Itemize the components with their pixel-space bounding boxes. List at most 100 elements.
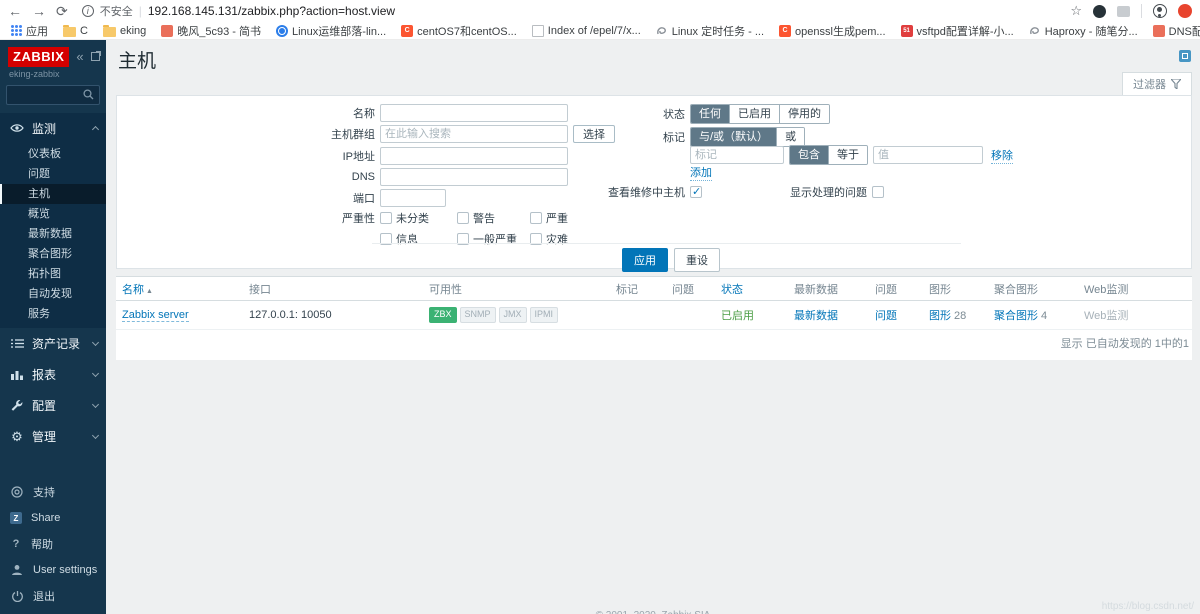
user-icon <box>10 564 24 576</box>
host-interface: 127.0.0.1: 10050 <box>243 300 423 330</box>
filter-tab[interactable]: 过滤器 <box>1122 72 1192 95</box>
status-option-disabled[interactable]: 停用的 <box>779 105 829 124</box>
bookmark-item[interactable]: 晚风_5c93 - 简书 <box>161 23 261 39</box>
forward-icon[interactable]: → <box>32 4 46 18</box>
maintenance-checkbox[interactable] <box>690 185 702 198</box>
host-name-link[interactable]: Zabbix server <box>122 309 189 322</box>
tag-operator-contains[interactable]: 包含 <box>790 146 828 165</box>
profile-icon[interactable] <box>1153 4 1167 18</box>
url-text[interactable]: 192.168.145.131/zabbix.php?action=host.v… <box>148 4 395 18</box>
severity-option[interactable]: 未分类 <box>380 210 457 226</box>
checkbox-icon[interactable] <box>530 212 542 224</box>
severity-option[interactable]: 灾难 <box>530 231 600 247</box>
sidebar-item-user-settings[interactable]: User settings <box>0 558 106 582</box>
bookmark-item[interactable]: Linux 定时任务 - ... <box>656 23 764 39</box>
address-bar[interactable]: i 不安全 | 192.168.145.131/zabbix.php?actio… <box>78 3 1061 19</box>
tag-remove-link[interactable]: 移除 <box>991 147 1013 164</box>
sidebar-item-dashboard[interactable]: 仪表板 <box>0 144 106 164</box>
bookmark-item[interactable]: Haproxy - 随笔分... <box>1029 23 1138 39</box>
sidebar-section-reports[interactable]: 报表 <box>0 359 106 390</box>
extension-icon-2[interactable] <box>1117 5 1130 17</box>
port-input[interactable] <box>380 189 446 207</box>
bookmark-folder-c[interactable]: C <box>63 24 88 37</box>
sidebar-item-latest-data[interactable]: 最新数据 <box>0 224 106 244</box>
select-button[interactable]: 选择 <box>573 125 615 143</box>
status-option-any[interactable]: 任何 <box>691 105 729 124</box>
sidebar-item-hosts[interactable]: 主机 <box>0 183 106 204</box>
host-groups-input[interactable] <box>380 125 568 143</box>
bookmark-item[interactable]: C centOS7和centOS... <box>401 23 517 39</box>
filter-panel: 名称 主机群组 选择 IP地址 DNS 端口 严重性 <box>116 95 1192 272</box>
bookmark-item[interactable]: 51 vsftpd配置详解-小... <box>900 23 1014 39</box>
tag-value-input[interactable] <box>873 146 983 165</box>
ip-input[interactable] <box>380 147 568 165</box>
sidebar-item-logout[interactable]: 退出 <box>0 582 106 610</box>
checkbox-icon[interactable] <box>457 212 469 224</box>
section-label: 配置 <box>32 399 57 414</box>
screens-count: 4 <box>1041 310 1048 322</box>
sidebar-section-configuration[interactable]: 配置 <box>0 390 106 421</box>
bookmark-item[interactable]: Index of /epel/7/x... <box>531 24 641 37</box>
tag-name-input[interactable] <box>690 146 784 165</box>
severity-option[interactable]: 严重 <box>530 210 600 226</box>
host-problems-left <box>666 300 715 330</box>
sidebar-item-problems[interactable]: 问题 <box>0 164 106 184</box>
footer-item-label: 退出 <box>33 591 55 603</box>
checkbox-icon[interactable] <box>380 212 392 224</box>
host-status[interactable]: 已启用 <box>721 310 754 322</box>
site-info-icon[interactable]: i <box>81 5 94 17</box>
section-label: 监测 <box>32 121 57 136</box>
bookmark-folder-eking[interactable]: eking <box>102 24 146 37</box>
sidebar-undock-icon[interactable] <box>90 51 101 62</box>
bookmark-label: Linux运维部落-lin... <box>292 25 387 38</box>
sidebar-section-inventory[interactable]: 资产记录 <box>0 328 106 359</box>
extension-icon[interactable] <box>1093 4 1106 18</box>
tag-operator-equals[interactable]: 等于 <box>828 146 867 165</box>
column-name[interactable]: 名称 ▲ <box>116 277 243 301</box>
zabbix-logo[interactable]: ZABBIX <box>8 47 70 67</box>
sidebar-item-screens[interactable]: 聚合图形 <box>0 244 106 264</box>
footer-item-label: 支持 <box>33 487 55 499</box>
bookmark-star-icon[interactable]: ☆ <box>1070 3 1082 19</box>
problems-link[interactable]: 问题 <box>875 310 897 322</box>
sidebar-item-share[interactable]: Z Share <box>0 506 106 530</box>
column-web: Web监测 <box>1078 277 1192 301</box>
graphs-link[interactable]: 图形 <box>929 310 951 322</box>
reload-icon[interactable]: ⟳ <box>56 4 68 18</box>
chrome-menu-icon[interactable] <box>1178 4 1192 18</box>
table-row: Zabbix server 127.0.0.1: 10050 ZBX SNMP JM… <box>116 300 1192 330</box>
sidebar-section-administration[interactable]: ⚙ 管理 <box>0 421 106 452</box>
latest-data-link[interactable]: 最新数据 <box>794 310 838 322</box>
bookmark-item[interactable]: Linux运维部落-lin... <box>276 23 386 39</box>
sidebar-item-maps[interactable]: 拓扑图 <box>0 264 106 284</box>
sidebar-item-overview[interactable]: 概览 <box>0 204 106 224</box>
sidebar-item-services[interactable]: 服务 <box>0 304 106 324</box>
bookmark-item[interactable]: C openssl生成pem... <box>779 23 886 39</box>
bookmark-item[interactable]: DNS配置案例 - 简书 <box>1152 23 1200 39</box>
screens-link[interactable]: 聚合图形 <box>994 310 1038 322</box>
sidebar-search[interactable] <box>6 84 100 105</box>
severity-option[interactable]: 警告 <box>457 210 530 226</box>
severity-option[interactable]: 信息 <box>380 231 457 247</box>
dns-input[interactable] <box>380 168 568 186</box>
sidebar-section-monitoring[interactable]: 监测 <box>0 113 106 144</box>
name-input[interactable] <box>380 104 568 122</box>
sidebar-item-support[interactable]: 支持 <box>0 478 106 506</box>
sidebar-item-discovery[interactable]: 自动发现 <box>0 284 106 304</box>
severity-option[interactable]: 一般严重 <box>457 231 530 247</box>
reset-button[interactable]: 重设 <box>674 248 720 272</box>
suppressed-checkbox[interactable] <box>872 186 884 198</box>
bookmark-apps[interactable]: 应用 <box>10 23 48 39</box>
tag-logic-andor[interactable]: 与/或（默认） <box>691 128 777 147</box>
tag-logic-or[interactable]: 或 <box>776 128 805 147</box>
status-option-enabled[interactable]: 已启用 <box>729 105 779 124</box>
sidebar-item-help[interactable]: ? 帮助 <box>0 530 106 558</box>
tag-add-link[interactable]: 添加 <box>690 164 712 181</box>
back-icon[interactable]: ← <box>8 4 22 18</box>
search-input[interactable] <box>12 88 83 101</box>
apply-button[interactable]: 应用 <box>622 248 668 272</box>
kiosk-mode-icon[interactable] <box>1179 50 1191 62</box>
browser-actions: ☆ <box>1070 3 1192 19</box>
column-status[interactable]: 状态 <box>715 277 788 301</box>
sidebar-collapse-icon[interactable]: « <box>76 50 83 63</box>
